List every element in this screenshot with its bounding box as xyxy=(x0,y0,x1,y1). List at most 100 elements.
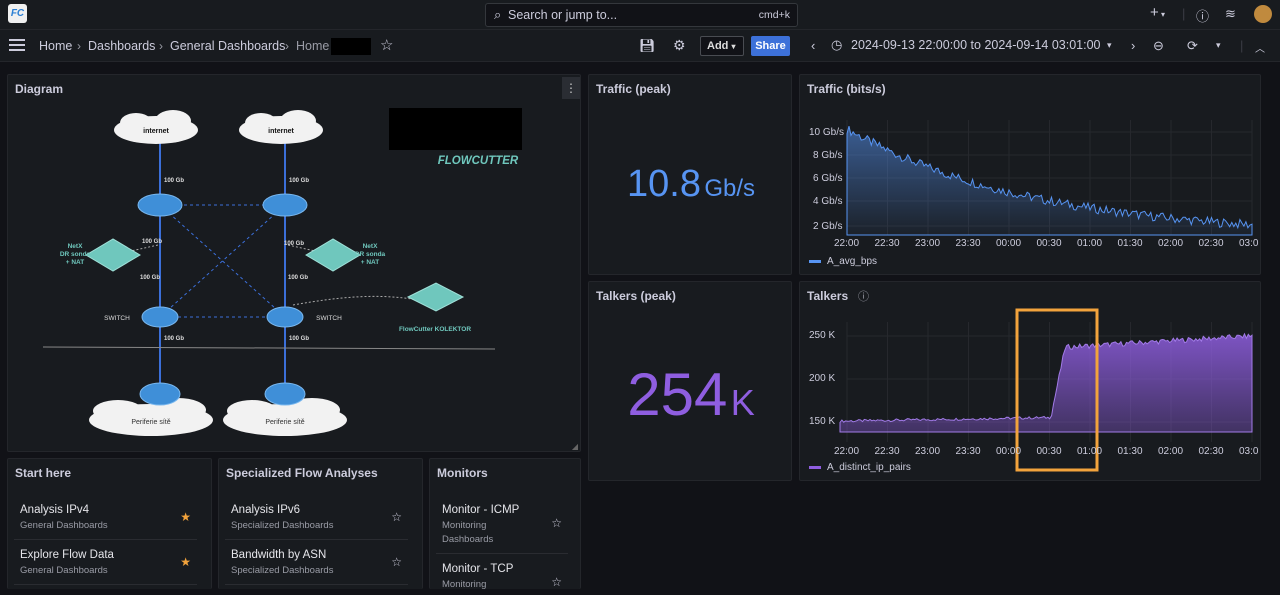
link-speed-label: 100 Gb xyxy=(289,336,309,342)
panel-title: Specialized Flow Analyses xyxy=(226,466,378,480)
x-tick: 23:00 xyxy=(915,446,941,457)
list-item-title: Monitor - ICMP xyxy=(442,504,520,516)
breadcrumb-dashboards[interactable]: Dashboards xyxy=(88,39,155,53)
refresh-interval-chevron-icon[interactable]: ▾ xyxy=(1216,40,1221,51)
panel-title: Traffic (peak) xyxy=(596,82,671,96)
list-item-subtitle: General Dashboards xyxy=(20,520,108,531)
menu-icon[interactable] xyxy=(9,39,25,51)
talkers-peak-stat: 254 K xyxy=(589,360,793,429)
star-outline-icon[interactable]: ☆ xyxy=(551,516,562,530)
y-tick: 6 Gb/s xyxy=(813,173,843,184)
stat-unit: K xyxy=(730,382,755,423)
list-item-title: Bandwidth by ASN xyxy=(231,549,327,561)
divider: | xyxy=(1240,38,1244,53)
link-speed-label: 100 Gb xyxy=(284,241,304,247)
settings-gear-icon[interactable]: ⚙ xyxy=(673,37,686,54)
list-item-subtitle: General Dashboards xyxy=(20,565,108,576)
add-button[interactable]: Add ▾ xyxy=(700,36,744,56)
app-logo-icon[interactable]: FC xyxy=(8,4,27,23)
stat-value: 10.8 xyxy=(627,163,701,205)
time-range-picker[interactable]: 2024-09-13 22:00:00 to 2024-09-14 03:01:… xyxy=(851,38,1101,52)
zoom-out-icon[interactable]: ⊖ xyxy=(1153,38,1164,54)
netx-label: DR sonda xyxy=(60,251,91,258)
traffic-peak-stat: 10.8 Gb/s xyxy=(589,163,793,206)
star-filled-icon[interactable]: ★ xyxy=(180,555,191,569)
traffic-peak-panel: Traffic (peak) 10.8 Gb/s xyxy=(588,74,792,275)
chart-legend[interactable]: A_distinct_ip_pairs xyxy=(809,462,911,473)
x-tick: 00:00 xyxy=(996,446,1022,457)
breadcrumb-separator: › xyxy=(77,39,81,53)
avatar[interactable] xyxy=(1254,5,1272,23)
diagram-panel: Diagram ⋮ internet internet Periferie sí… xyxy=(7,74,581,452)
x-tick: 02:00 xyxy=(1158,238,1184,249)
switch-label: SWITCH xyxy=(316,315,342,322)
netx-label: + NAT xyxy=(66,259,85,266)
x-tick: 01:30 xyxy=(1117,446,1143,457)
chevron-down-icon[interactable]: ▾ xyxy=(1107,40,1112,51)
breadcrumb-general-dashboards[interactable]: General Dashboards xyxy=(170,39,285,53)
breadcrumb-home[interactable]: Home xyxy=(39,39,72,53)
list-item[interactable]: Explore Flow Data General Dashboards ★ xyxy=(14,541,197,585)
list-item-title: Explore Flow Data xyxy=(20,549,114,561)
search-icon: ⌕ xyxy=(494,7,502,22)
legend-label: A_distinct_ip_pairs xyxy=(827,462,911,473)
share-button[interactable]: Share xyxy=(751,36,790,56)
traffic-chart-panel: Traffic (bits/s) 10 Gb/s 8 Gb/s 6 Gb/s 4… xyxy=(799,74,1261,275)
netx-label: + NAT xyxy=(361,259,380,266)
x-tick: 00:00 xyxy=(996,238,1022,249)
chart-legend[interactable]: A_avg_bps xyxy=(809,256,877,267)
redacted-area xyxy=(331,38,371,55)
panel-title: Monitors xyxy=(437,466,488,480)
news-feed-icon[interactable]: ≋ xyxy=(1225,6,1236,22)
star-outline-icon[interactable]: ☆ xyxy=(391,555,402,569)
save-icon[interactable]: 💾︎ xyxy=(639,38,656,54)
divider: | xyxy=(1182,6,1186,21)
search-bar[interactable]: ⌕ Search or jump to... cmd+k xyxy=(485,3,798,27)
y-tick: 200 K xyxy=(809,373,836,384)
list-item[interactable]: Analysis IPv6 Specialized Dashboards ☆ xyxy=(225,496,408,540)
periphery-label: Periferie sítě xyxy=(131,419,170,426)
star-outline-icon[interactable]: ☆ xyxy=(551,575,562,589)
x-tick: 00:30 xyxy=(1036,446,1062,457)
time-forward-icon[interactable]: › xyxy=(1131,38,1135,53)
talkers-peak-panel: Talkers (peak) 254 K xyxy=(588,281,792,481)
list-item-subtitle: Monitoring xyxy=(442,520,487,531)
flowcutter-brand-label: FLOWCUTTER xyxy=(438,155,519,167)
y-tick: 4 Gb/s xyxy=(813,196,843,207)
resize-handle-icon[interactable]: ◢ xyxy=(572,442,578,451)
list-item-subtitle: Monitoring xyxy=(442,579,487,590)
list-item-subtitle: Dashboards xyxy=(442,534,494,545)
stat-value: 254 xyxy=(627,361,728,428)
panel-title: Start here xyxy=(15,466,72,480)
x-tick: 22:00 xyxy=(834,446,860,457)
y-tick: 250 K xyxy=(809,330,836,341)
time-back-icon[interactable]: ‹ xyxy=(811,38,815,53)
list-item-title: Analysis IPv4 xyxy=(20,504,90,516)
panel-title: Talkers (peak) xyxy=(596,289,676,303)
star-filled-icon[interactable]: ★ xyxy=(180,510,191,524)
redacted-logo-area xyxy=(389,108,522,150)
list-item-title: Monitor - TCP xyxy=(442,563,514,575)
link-speed-label: 100 Gb xyxy=(140,275,160,281)
list-item[interactable]: Analysis IPv4 General Dashboards ★ xyxy=(14,496,197,540)
new-menu-button[interactable]: + ▾ xyxy=(1150,4,1165,21)
x-tick: 23:30 xyxy=(955,238,981,249)
list-item[interactable]: Monitor - ICMP Monitoring Dashboards ☆ xyxy=(436,496,568,554)
link-speed-label: 100 Gb xyxy=(164,178,184,184)
list-item[interactable]: Bandwidth by ASN Specialized Dashboards … xyxy=(225,541,408,585)
list-item[interactable]: Monitor - TCP Monitoring ☆ xyxy=(436,555,568,595)
x-tick: 23:30 xyxy=(955,446,981,457)
help-icon[interactable]: ⓘ xyxy=(1196,6,1209,25)
talkers-series-area xyxy=(839,332,1253,433)
traffic-chart xyxy=(846,120,1253,236)
x-tick: 01:00 xyxy=(1077,238,1103,249)
collector-label: FlowCutter KOLEKTOR xyxy=(399,326,471,333)
refresh-icon[interactable]: ⟳ xyxy=(1187,38,1198,54)
netx-label: DR sonda xyxy=(355,251,386,258)
x-tick: 01:00 xyxy=(1077,446,1103,457)
x-tick: 00:30 xyxy=(1036,238,1062,249)
star-outline-icon[interactable]: ☆ xyxy=(391,510,402,524)
collapse-chevron-up-icon[interactable]: ︿ xyxy=(1255,40,1265,55)
star-icon[interactable]: ☆ xyxy=(380,36,393,54)
x-tick: 02:30 xyxy=(1198,238,1224,249)
